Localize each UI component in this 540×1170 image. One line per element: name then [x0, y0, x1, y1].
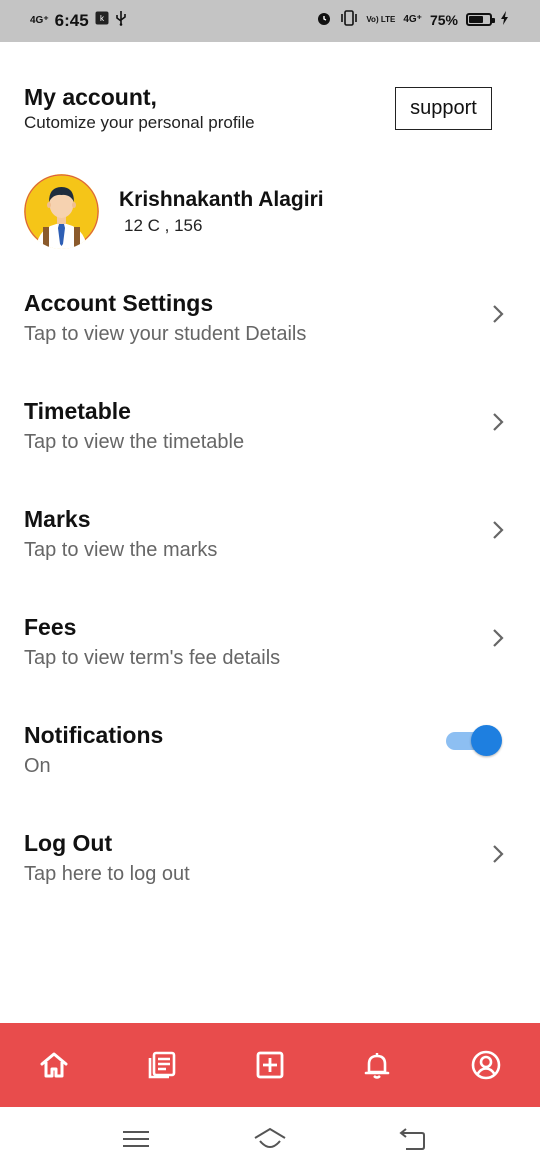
network-left: 4G⁺ — [30, 15, 49, 26]
avatar[interactable] — [24, 174, 99, 249]
menu-lines-icon[interactable] — [118, 1125, 154, 1153]
toggle-thumb — [471, 725, 502, 756]
home-outline-icon[interactable] — [252, 1125, 288, 1153]
home-icon[interactable] — [38, 1049, 70, 1081]
menu-item-subtitle: Tap here to log out — [24, 863, 190, 885]
battery-percent: 75% — [429, 11, 458, 28]
menu-item-marks[interactable]: Marks Tap to view the marks — [0, 506, 540, 602]
profile-name: Krishnakanth Alagiri — [119, 188, 324, 211]
profile-class: 12 C , 156 — [124, 216, 203, 235]
student-avatar-icon — [24, 174, 99, 249]
volte-label: Vo) LTE — [366, 14, 396, 24]
chevron-right-icon — [493, 521, 504, 539]
menu-item-timetable[interactable]: Timetable Tap to view the timetable — [0, 398, 540, 494]
chevron-right-icon — [493, 629, 504, 647]
alarm-icon — [316, 10, 332, 29]
bottom-nav — [0, 1023, 540, 1107]
page-subtitle: Cutomize your personal profile — [24, 113, 255, 132]
chevron-right-icon — [493, 305, 504, 323]
menu-item-fees[interactable]: Fees Tap to view term's fee details — [0, 614, 540, 710]
battery-fill — [469, 16, 483, 23]
menu-item-account-settings[interactable]: Account Settings Tap to view your studen… — [0, 290, 540, 386]
menu-item-logout[interactable]: Log Out Tap here to log out — [0, 830, 540, 926]
charging-icon — [500, 10, 510, 29]
network-right: 4G⁺ — [403, 14, 422, 25]
menu-item-subtitle: On — [24, 755, 51, 777]
page-title: My account, — [24, 84, 157, 110]
chevron-right-icon — [493, 845, 504, 863]
menu-item-title: Notifications — [24, 722, 164, 748]
ksp-badge-icon: k — [95, 11, 109, 30]
usb-icon — [115, 10, 127, 31]
vibrate-icon — [340, 10, 358, 29]
notifications-toggle[interactable] — [446, 725, 504, 757]
news-icon[interactable] — [146, 1049, 178, 1081]
menu-item-title: Account Settings — [24, 290, 214, 316]
menu-item-subtitle: Tap to view term's fee details — [24, 647, 281, 669]
account-icon[interactable] — [470, 1049, 502, 1081]
menu-item-subtitle: Tap to view the timetable — [24, 431, 245, 453]
status-bar: 4G⁺ 6:45 k Vo) LTE 4G⁺ 75% — [0, 0, 540, 42]
menu-item-title: Marks — [24, 506, 91, 532]
battery-icon — [466, 13, 495, 26]
system-nav-bar — [0, 1107, 540, 1170]
bell-icon[interactable] — [361, 1049, 393, 1081]
menu-item-title: Timetable — [24, 398, 131, 424]
back-icon[interactable] — [394, 1125, 430, 1153]
chevron-right-icon — [493, 413, 504, 431]
menu-item-notifications: Notifications On — [0, 722, 540, 818]
menu-item-subtitle: Tap to view the marks — [24, 539, 218, 561]
status-time: 6:45 — [54, 10, 89, 30]
menu-item-title: Fees — [24, 614, 77, 640]
menu-item-title: Log Out — [24, 830, 113, 856]
menu-item-subtitle: Tap to view your student Details — [24, 323, 307, 345]
add-icon[interactable] — [254, 1049, 286, 1081]
support-button[interactable]: support — [395, 87, 492, 130]
